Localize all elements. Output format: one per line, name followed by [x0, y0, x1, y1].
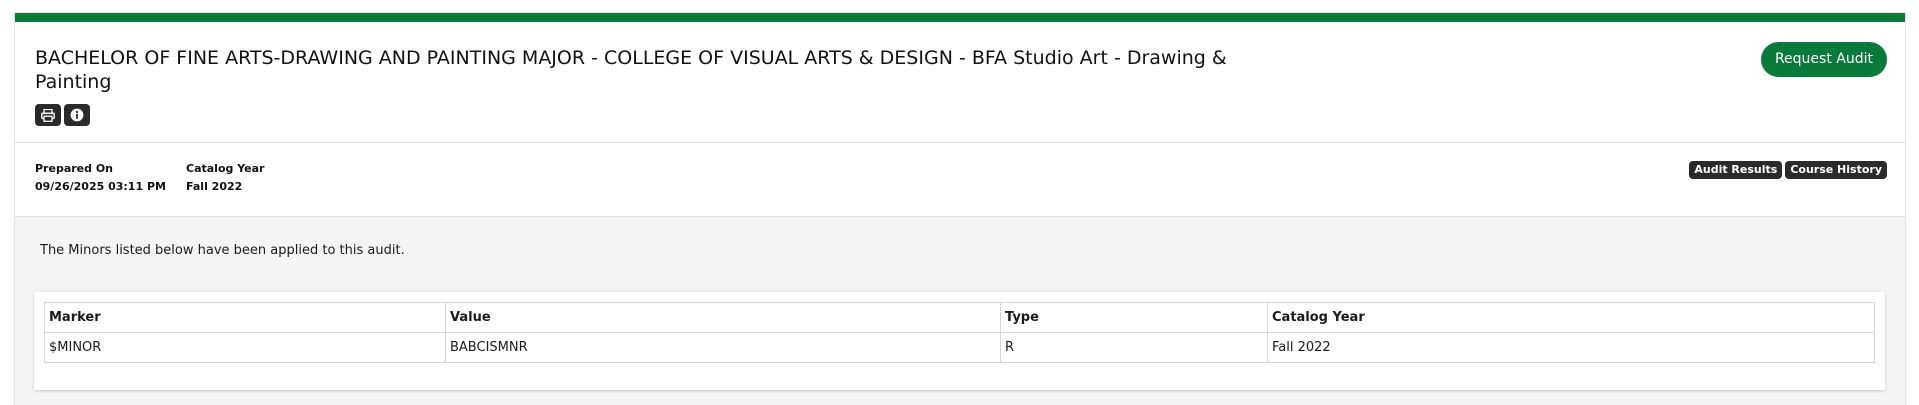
degree-title: BACHELOR OF FINE ARTS-DRAWING AND PAINTI… [35, 47, 1227, 93]
catalog-year-value: Fall 2022 [186, 180, 243, 193]
info-button[interactable] [64, 104, 90, 126]
catalog-year-block: Catalog Year Fall 2022 [186, 160, 264, 196]
info-icon [70, 108, 84, 122]
audit-frame: BACHELOR OF FINE ARTS-DRAWING AND PAINTI… [15, 13, 1905, 405]
audit-view-pills: Audit Results Course History [1689, 161, 1887, 179]
column-header-value: Value [445, 302, 1001, 333]
audit-meta: Prepared On 09/26/2025 03:11 PM Catalog … [15, 143, 1905, 217]
table-row: $MINOR BABCISMNR R Fall 2022 [44, 332, 1875, 363]
course-history-button[interactable]: Course History [1785, 161, 1887, 179]
minors-card: Marker Value Type Catalog Year $MINOR BA… [34, 292, 1885, 390]
brand-top-bar [15, 13, 1905, 22]
column-header-marker: Marker [44, 302, 446, 333]
column-header-catalog-year: Catalog Year [1267, 302, 1875, 333]
cell-catalog-year: Fall 2022 [1267, 332, 1875, 363]
cell-type: R [1000, 332, 1268, 363]
audit-body: The Minors listed below have been applie… [15, 217, 1905, 405]
prepared-on-label: Prepared On [35, 162, 114, 175]
cell-marker: $MINOR [44, 332, 446, 363]
minors-notice: The Minors listed below have been applie… [40, 243, 405, 258]
request-audit-button[interactable]: Request Audit [1760, 42, 1887, 77]
print-button[interactable] [35, 104, 61, 126]
header-icon-row [35, 104, 90, 126]
prepared-on-value: 09/26/2025 03:11 PM [35, 180, 166, 193]
catalog-year-label: Catalog Year [186, 162, 265, 175]
table-header-row: Marker Value Type Catalog Year [44, 302, 1875, 333]
prepared-on-block: Prepared On 09/26/2025 03:11 PM [35, 160, 166, 196]
audit-header: BACHELOR OF FINE ARTS-DRAWING AND PAINTI… [15, 22, 1905, 143]
minors-table: Marker Value Type Catalog Year $MINOR BA… [44, 302, 1875, 363]
column-header-type: Type [1000, 302, 1268, 333]
audit-results-button[interactable]: Audit Results [1689, 161, 1783, 179]
printer-icon [41, 108, 55, 122]
cell-value: BABCISMNR [445, 332, 1001, 363]
